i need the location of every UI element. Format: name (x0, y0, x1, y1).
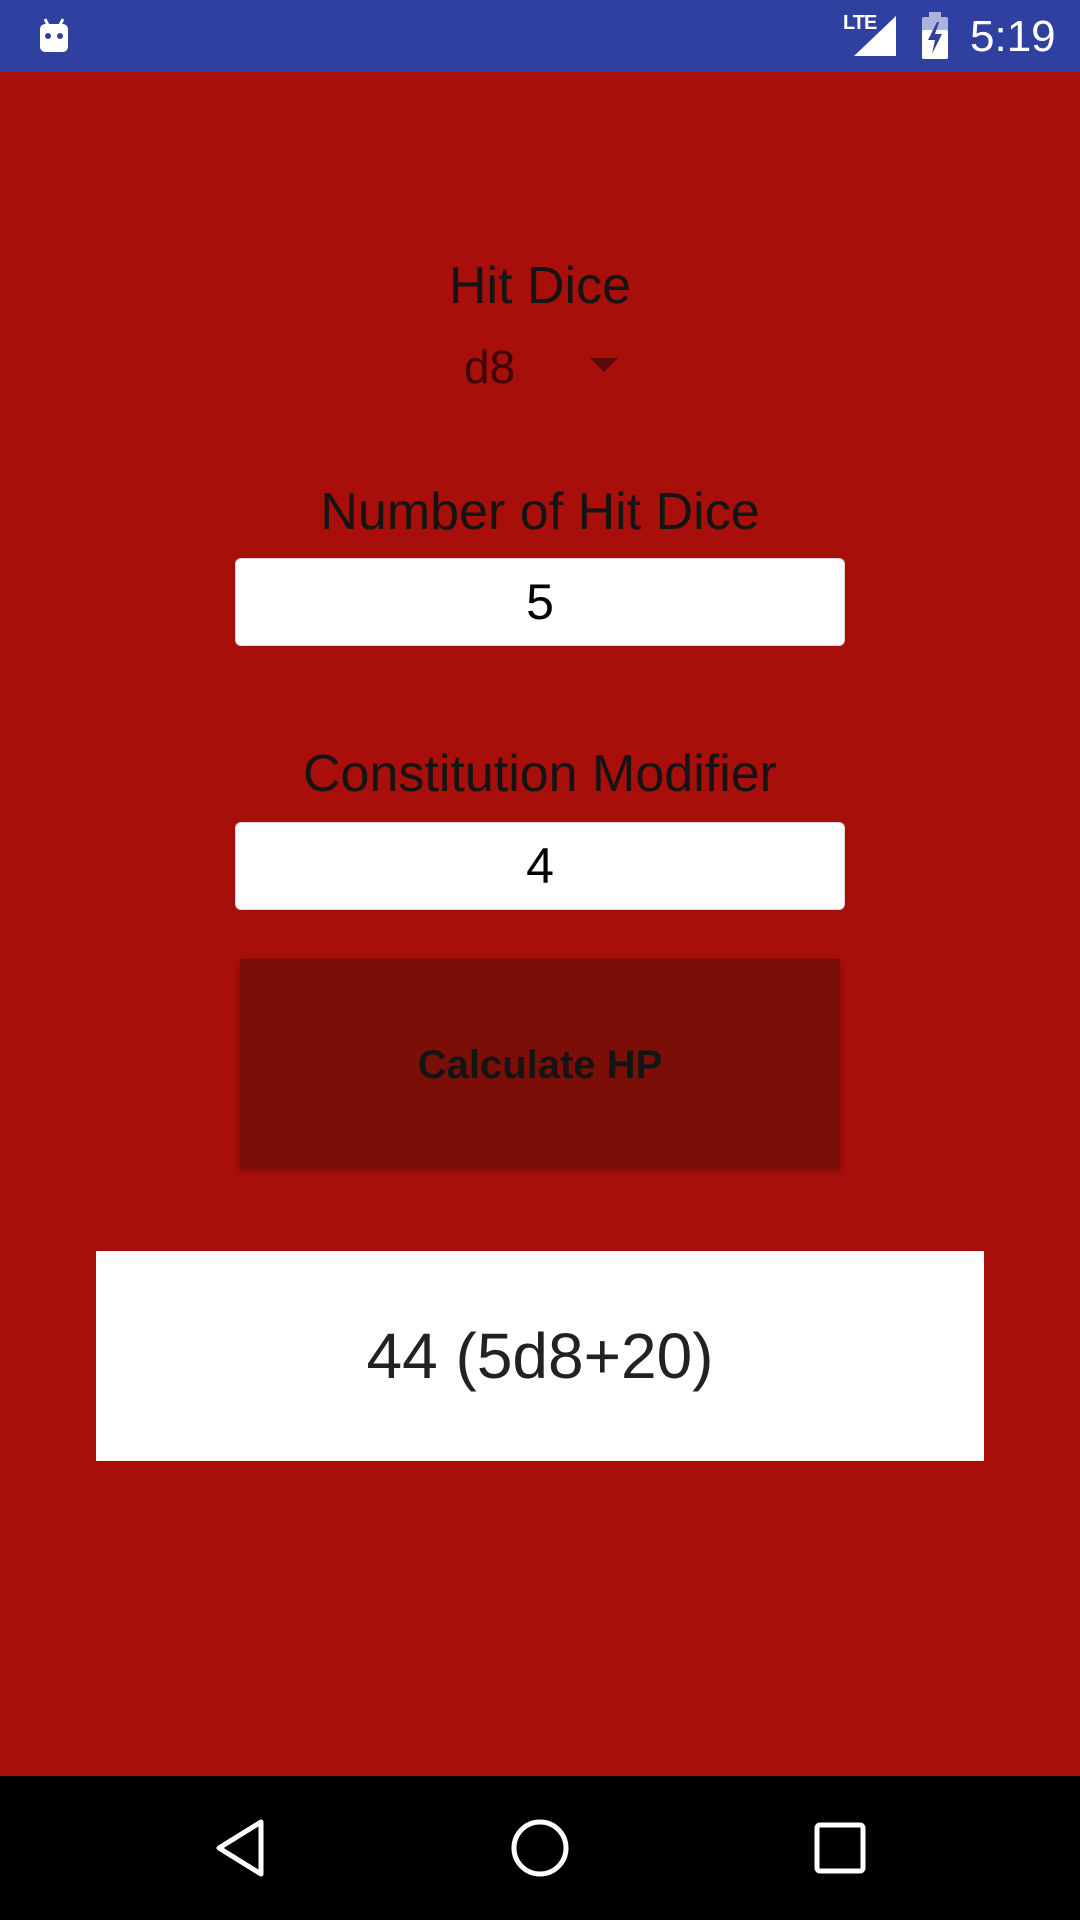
android-debug-icon (40, 18, 68, 52)
constitution-modifier-label: Constitution Modifier (303, 745, 777, 803)
constitution-modifier-input[interactable] (235, 822, 845, 910)
status-bar: LTE 5:19 (0, 0, 1080, 72)
home-icon[interactable] (490, 1798, 590, 1898)
clock: 5:19 (970, 12, 1056, 61)
hit-dice-label: Hit Dice (448, 257, 632, 315)
calculate-hp-button[interactable]: Calculate HP (240, 959, 840, 1169)
navigation-bar (0, 1776, 1080, 1920)
number-of-hit-dice-label: Number of Hit Dice (320, 483, 760, 541)
hit-dice-selected-value: d8 (464, 341, 516, 393)
hit-dice-dropdown[interactable]: d8 (440, 330, 640, 410)
number-of-hit-dice-input[interactable] (235, 558, 845, 646)
back-icon[interactable] (191, 1798, 291, 1898)
dropdown-arrow-icon (590, 358, 618, 372)
hp-result: 44 (5d8+20) (96, 1251, 984, 1461)
main-content: Hit Dice d8 Number of Hit Dice Constitut… (0, 72, 1080, 1776)
signal-icon (854, 16, 896, 56)
recents-icon[interactable] (790, 1798, 890, 1898)
battery-charging-icon (922, 12, 948, 59)
